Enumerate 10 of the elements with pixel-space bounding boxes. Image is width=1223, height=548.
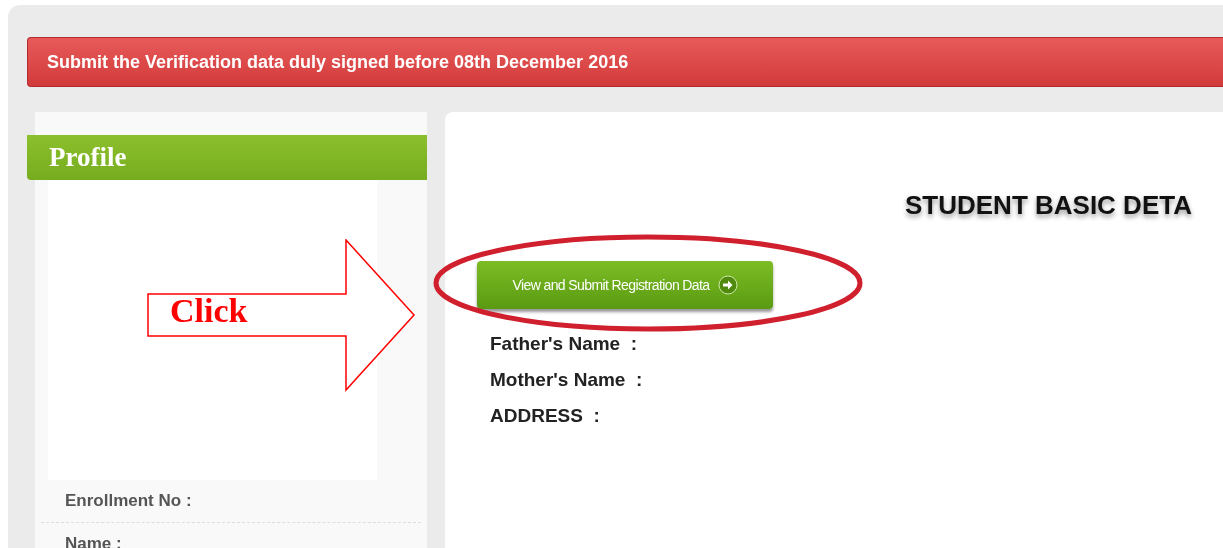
notice-text: Submit the Verification data duly signed before 08th December 2016	[47, 51, 629, 73]
callout-text: Click	[170, 292, 248, 330]
view-submit-button[interactable]: View and Submit Registration Data	[477, 261, 773, 309]
detail-field-label: ADDRESS :	[490, 405, 600, 427]
profile-title: Profile	[49, 142, 127, 173]
arrow-circle-icon	[717, 275, 738, 295]
detail-field-label: Father's Name :	[490, 333, 638, 355]
details-title: STUDENT BASIC DETA	[905, 190, 1193, 221]
profile-field-label: Enrollment No :	[65, 491, 192, 511]
detail-field-label: Mother's Name :	[490, 369, 643, 391]
